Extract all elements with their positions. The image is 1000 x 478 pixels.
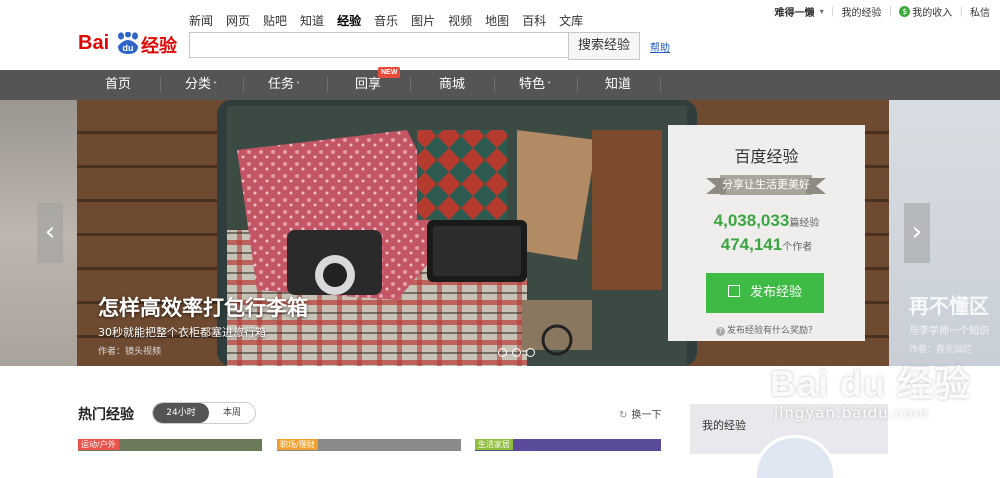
- divider: |: [830, 6, 835, 17]
- chevron-down-icon[interactable]: ▾: [820, 7, 824, 16]
- mainnav-featured-label: 特色: [518, 77, 545, 92]
- mainnav-zhidao-label: 知道: [604, 77, 631, 92]
- mainnav-zhidao[interactable]: 知道: [578, 70, 658, 100]
- hot-section-title: 热门经验: [78, 407, 134, 423]
- mainnav-home-label: 首页: [104, 77, 131, 92]
- paw-icon: du: [118, 32, 138, 54]
- tab-week[interactable]: 本周: [209, 403, 255, 423]
- divider: [660, 77, 661, 93]
- mainnav-featured[interactable]: 特色 ˅: [495, 70, 575, 100]
- nav-tieba[interactable]: 贴吧: [263, 12, 287, 29]
- nav-zhidao[interactable]: 知道: [300, 12, 324, 29]
- hot-card[interactable]: 生活家居: [475, 439, 661, 451]
- slide-title[interactable]: 怎样高效率打包行李箱: [98, 292, 308, 322]
- nav-news[interactable]: 新闻: [189, 12, 213, 29]
- nav-video[interactable]: 视频: [448, 12, 472, 29]
- chevron-down-icon: ˅: [296, 81, 300, 90]
- next-slide-title: 再不懂区: [909, 294, 989, 318]
- mainnav-mall[interactable]: 商城: [412, 70, 492, 100]
- my-experience-link[interactable]: 我的经验: [842, 4, 882, 19]
- nav-map[interactable]: 地图: [485, 12, 509, 29]
- reward-label: 发布经验有什么奖励？: [726, 326, 817, 336]
- divider: |: [888, 6, 893, 17]
- slogan-ribbon: 分享让生活更美好: [706, 175, 826, 195]
- site-header: Bai du 经验 新闻 网页 贴吧 知道 经验 音乐 图片 视频 地图 百科 …: [0, 0, 1000, 70]
- reward-link[interactable]: ? 发布经验有什么奖励？: [668, 323, 865, 336]
- chevron-down-icon: ˅: [213, 81, 217, 90]
- time-range-tabs: 24小时 本周: [152, 402, 256, 424]
- info-panel: 百度经验 分享让生活更美好 4,038,033篇经验 474,141个作者 发布…: [668, 125, 865, 341]
- carousel-dot[interactable]: [526, 348, 535, 357]
- hot-card[interactable]: 运动/户外: [78, 439, 262, 451]
- author-count: 474,141个作者: [668, 235, 865, 255]
- slide-author: 作者：镜头视频: [98, 347, 162, 357]
- article-count: 4,038,033篇经验: [668, 211, 865, 231]
- carousel-dots: [498, 348, 540, 357]
- watermark-line2: jingyan.baidu.com: [774, 404, 930, 422]
- mainnav-tasks-label: 任务: [267, 77, 294, 92]
- refresh-icon: ↻: [619, 410, 628, 421]
- chevron-down-icon: ˅: [547, 81, 551, 90]
- messages-link[interactable]: 私信: [970, 4, 990, 19]
- baidu-jingyan-logo[interactable]: Bai du 经验: [78, 16, 183, 57]
- user-bar: 难得一懒 ▾ | 我的经验 | $ 我的收入 | 私信: [775, 4, 990, 19]
- help-link[interactable]: 帮助: [650, 39, 670, 54]
- mainnav-mall-label: 商城: [438, 77, 465, 92]
- logo-du-text: du: [123, 43, 134, 53]
- watermark-line1: Bai du 经验: [770, 363, 972, 404]
- article-count-value: 4,038,033: [713, 211, 790, 230]
- search-button[interactable]: 搜索经验: [568, 32, 640, 60]
- coin-icon: $: [899, 6, 911, 17]
- carousel-dot[interactable]: [498, 348, 507, 357]
- next-arrow-icon[interactable]: ›: [904, 203, 930, 263]
- mainnav-tasks[interactable]: 任务 ˅: [244, 70, 324, 100]
- new-badge: NEW: [378, 67, 401, 78]
- my-experience-label: 我的经验: [702, 419, 746, 432]
- my-income-link[interactable]: 我的收入: [912, 4, 952, 19]
- prev-arrow-icon[interactable]: ‹: [37, 203, 63, 263]
- mainnav-home[interactable]: 首页: [78, 70, 158, 100]
- nav-music[interactable]: 音乐: [374, 12, 398, 29]
- hot-card[interactable]: 职场/理财: [277, 439, 461, 451]
- publish-experience-button[interactable]: 发布经验: [706, 273, 824, 313]
- carousel-dot[interactable]: [512, 348, 521, 357]
- slide-subtitle: 30秒就能把整个衣柜都塞进旅行箱: [98, 326, 266, 339]
- author-count-unit: 个作者: [782, 242, 813, 253]
- main-nav: 首页 分类 ˅ 任务 ˅ 回享 NEW 商城 特色 ˅ 知道: [0, 67, 1000, 100]
- question-icon: ?: [715, 327, 725, 336]
- tab-24h[interactable]: 24小时: [153, 403, 209, 423]
- product-nav: 新闻 网页 贴吧 知道 经验 音乐 图片 视频 地图 百科 文库: [189, 12, 596, 30]
- avatar[interactable]: [754, 435, 836, 478]
- mainnav-category[interactable]: 分类 ˅: [161, 70, 241, 100]
- article-count-unit: 篇经验: [789, 218, 820, 229]
- search-input[interactable]: [189, 32, 573, 58]
- nav-jingyan[interactable]: 经验: [337, 12, 361, 29]
- divider: |: [959, 6, 963, 17]
- card-tag: 职场/理财: [277, 439, 318, 450]
- refresh-button[interactable]: ↻ 换一下: [619, 406, 661, 421]
- mainnav-category-label: 分类: [184, 77, 211, 92]
- nav-images[interactable]: 图片: [411, 12, 435, 29]
- nav-wenku[interactable]: 文库: [559, 12, 583, 29]
- nav-web[interactable]: 网页: [226, 12, 250, 29]
- edit-icon: [727, 285, 740, 297]
- baidu-jingyan-watermark: Bai du 经验 jingyan.baidu.com: [760, 340, 1000, 440]
- logo-bai-text: Bai: [78, 32, 110, 54]
- card-tag: 生活家居: [475, 439, 513, 450]
- username[interactable]: 难得一懒: [775, 4, 815, 19]
- mainnav-huixiang-label: 回享: [354, 77, 381, 92]
- nav-baike[interactable]: 百科: [522, 12, 546, 29]
- card-tag: 运动/户外: [78, 439, 119, 450]
- slogan-text: 分享让生活更美好: [722, 178, 810, 191]
- logo-jingyan-text: 经验: [141, 36, 177, 57]
- author-count-value: 474,141: [720, 235, 783, 254]
- panel-title: 百度经验: [734, 147, 799, 166]
- divider: [410, 77, 411, 93]
- refresh-label: 换一下: [631, 410, 662, 421]
- publish-label: 发布经验: [749, 285, 802, 300]
- next-slide-subtitle: 与李学师一个知识: [909, 326, 989, 337]
